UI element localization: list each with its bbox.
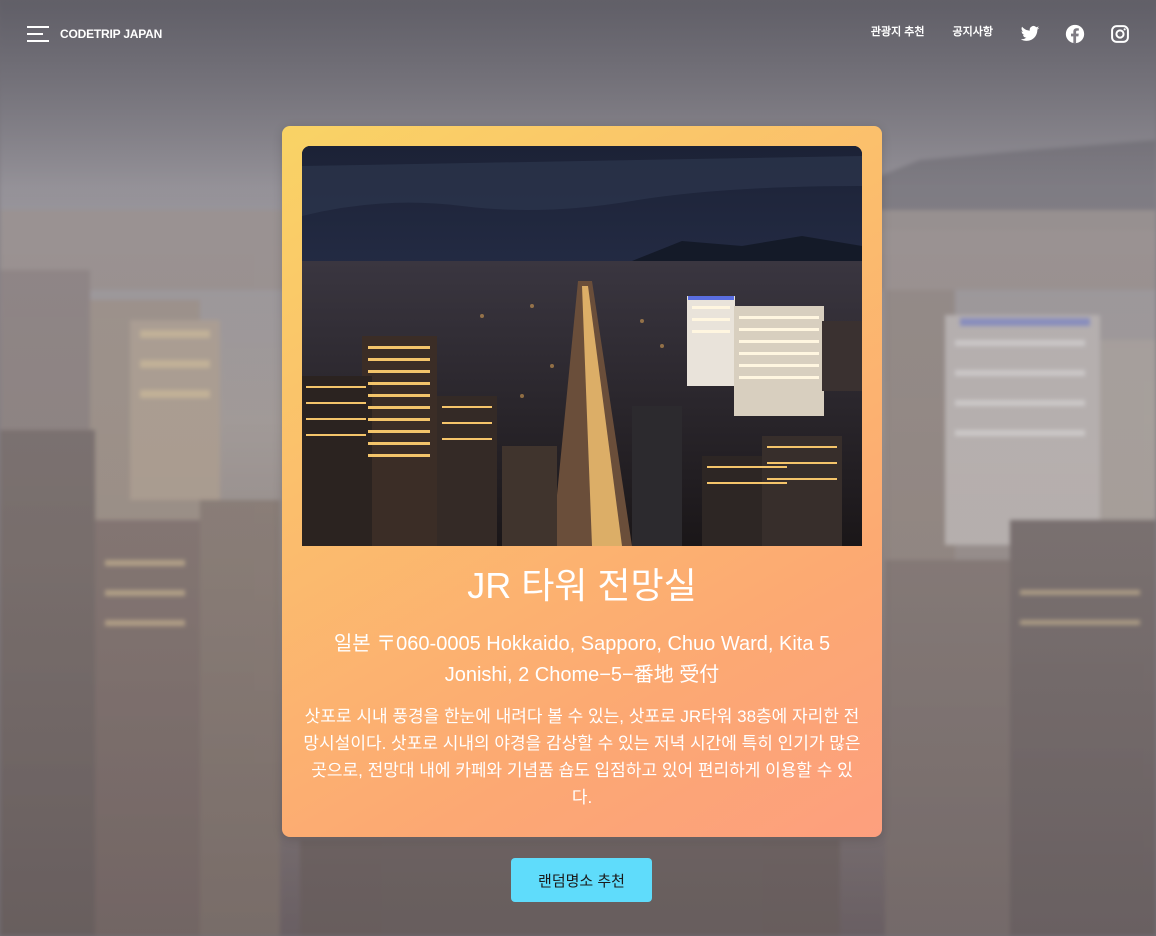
place-address: 일본 〒060-0005 Hokkaido, Sapporo, Chuo War… (333, 633, 831, 686)
hamburger-menu-icon[interactable] (27, 25, 49, 43)
place-description: 삿포로 시내 풍경을 한눈에 내려다 볼 수 있는, 삿포로 JR타워 38층에… (303, 707, 861, 807)
random-place-button[interactable]: 랜덤명소 추천 (511, 858, 652, 902)
nav-link-notice[interactable]: 공지사항 (953, 23, 993, 39)
top-nav: 관광지 추천 공지사항 (871, 24, 1130, 44)
nav-link-recommend[interactable]: 관광지 추천 (871, 23, 925, 39)
facebook-icon[interactable] (1065, 24, 1085, 44)
place-title: JR 타워 전망실 (467, 565, 697, 606)
social-links (1020, 24, 1130, 44)
site-header: CODETRIP JAPAN 관광지 추천 공지사항 (0, 0, 1156, 68)
twitter-icon[interactable] (1020, 24, 1040, 44)
instagram-icon[interactable] (1110, 24, 1130, 44)
place-card: JR 타워 전망실 일본 〒060-0005 Hokkaido, Sapporo… (282, 126, 882, 837)
site-logo[interactable]: CODETRIP JAPAN (60, 27, 162, 41)
brand: CODETRIP JAPAN (27, 25, 162, 43)
place-photo (302, 146, 862, 546)
